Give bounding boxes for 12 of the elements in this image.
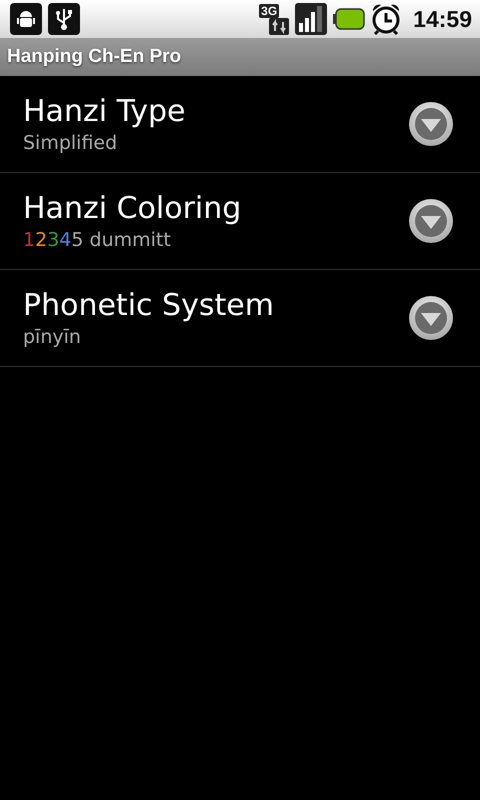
- clock-time: 14:59: [413, 6, 472, 32]
- preference-item[interactable]: Hanzi Coloring 12345 dummitt: [0, 173, 480, 270]
- preference-summary: 12345 dummitt: [23, 229, 172, 251]
- preference-item[interactable]: Hanzi Type Simplified: [0, 76, 480, 173]
- preference-title: Phonetic System: [23, 288, 275, 323]
- preference-summary: pīnyīn: [23, 326, 82, 348]
- network-type-label: 3G: [259, 4, 280, 18]
- preference-summary: Simplified: [23, 132, 118, 154]
- preference-title: Hanzi Type: [23, 94, 186, 129]
- app-title: Hanping Ch-En Pro: [7, 46, 182, 68]
- preference-title: Hanzi Coloring: [23, 191, 242, 226]
- preference-item[interactable]: Phonetic System pīnyīn: [0, 270, 480, 367]
